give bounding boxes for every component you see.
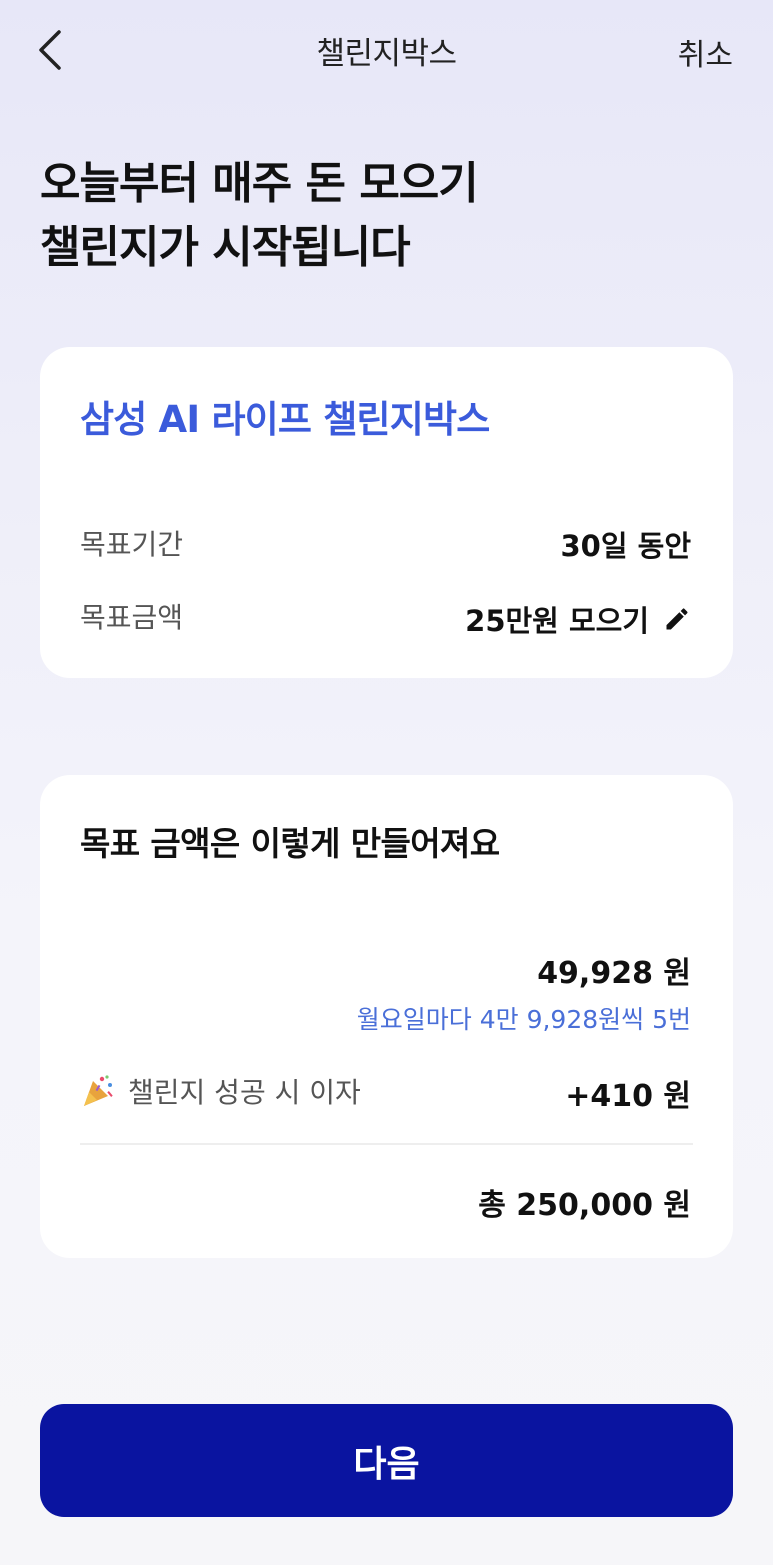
period-value: 30일 동안 bbox=[560, 529, 692, 563]
party-popper-icon bbox=[80, 1073, 116, 1109]
amount-label: 목표금액 bbox=[80, 601, 184, 634]
installment-description: 월요일마다 4만 9,928원씩 5번 bbox=[356, 1005, 691, 1034]
headline-line-2: 챌린지가 시작됩니다 bbox=[40, 222, 411, 273]
top-navigation-bar: 챌린지박스 취소 bbox=[0, 0, 773, 100]
summary-card: 삼성 AI 라이프 챌린지박스 목표기간 30일 동안 목표금액 25만원 모으… bbox=[40, 347, 733, 678]
next-button[interactable]: 다음 bbox=[40, 1404, 733, 1517]
page-title: 챌린지박스 bbox=[316, 36, 457, 72]
amount-value: 25만원 모으기 bbox=[465, 604, 649, 638]
period-label: 목표기간 bbox=[80, 528, 184, 561]
headline-line-1: 오늘부터 매주 돈 모으기 bbox=[40, 158, 479, 209]
installment-amount: 49,928 원 bbox=[537, 956, 691, 991]
interest-label: 챌린지 성공 시 이자 bbox=[128, 1076, 361, 1109]
product-name: 삼성 AI 라이프 챌린지박스 bbox=[80, 398, 490, 441]
interest-value: +410 원 bbox=[565, 1079, 691, 1114]
headline: 오늘부터 매주 돈 모으기 챌린지가 시작됩니다 bbox=[40, 152, 479, 280]
divider bbox=[80, 1143, 693, 1145]
cancel-button[interactable]: 취소 bbox=[678, 30, 733, 74]
total-amount: 총 250,000 원 bbox=[478, 1188, 691, 1223]
pencil-icon[interactable] bbox=[663, 605, 691, 633]
interest-row-label: 챌린지 성공 시 이자 bbox=[80, 1071, 361, 1111]
amount-value-row[interactable]: 25만원 모으기 bbox=[465, 598, 691, 640]
breakdown-title: 목표 금액은 이렇게 만들어져요 bbox=[80, 824, 500, 863]
